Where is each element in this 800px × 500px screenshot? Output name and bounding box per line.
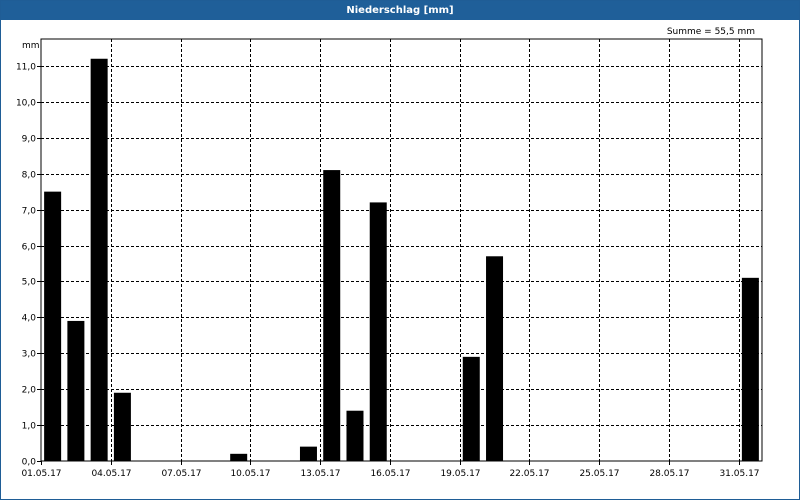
- y-tick-label: 7,0: [22, 207, 37, 217]
- bar: [323, 170, 341, 461]
- bar: [369, 202, 387, 461]
- x-tick-label: 04.05.17: [91, 469, 131, 479]
- precipitation-chart: 0,0 1,0 2,0 3,0 4,0 5,0 6,0 7,0 8,0 9,0 10,0 11,0 0…: [16, 27, 763, 479]
- grid-lines: [41, 39, 762, 461]
- bar: [346, 410, 364, 461]
- bar: [90, 58, 108, 461]
- bar: [230, 453, 248, 461]
- y-tick-label: 10,0: [16, 99, 36, 109]
- y-tick-label: 5,0: [22, 278, 37, 288]
- y-axis-label: mm: [22, 41, 40, 51]
- y-tick-label: 1,0: [22, 422, 37, 432]
- bar: [486, 256, 504, 461]
- bar: [67, 320, 85, 461]
- x-tick-label: 07.05.17: [161, 469, 201, 479]
- y-tick-label: 0,0: [22, 458, 37, 468]
- x-tick-label: 13.05.17: [300, 469, 340, 479]
- x-tick-label: 25.05.17: [579, 469, 619, 479]
- x-tick-label: 31.05.17: [719, 469, 759, 479]
- x-axis: 01.05.17 04.05.17 07.05.17 10.05.17 13.05.17…: [21, 461, 760, 479]
- bar: [741, 277, 759, 461]
- x-tick-label: 16.05.17: [370, 469, 410, 479]
- y-tick-label: 8,0: [22, 171, 37, 181]
- bar: [44, 191, 62, 461]
- bar: [299, 446, 317, 461]
- bar: [113, 392, 131, 461]
- bar: [462, 356, 480, 461]
- y-axis: 0,0 1,0 2,0 3,0 4,0 5,0 6,0 7,0 8,0 9,0 10,0 11,0: [16, 63, 41, 468]
- x-tick-label: 19.05.17: [440, 469, 480, 479]
- x-tick-label: 10.05.17: [230, 469, 270, 479]
- y-tick-label: 9,0: [22, 135, 37, 145]
- bars: [44, 58, 759, 461]
- y-tick-label: 3,0: [22, 350, 37, 360]
- sum-annotation: Summe = 55,5 mm: [667, 27, 755, 37]
- y-tick-label: 11,0: [16, 63, 36, 73]
- y-tick-label: 6,0: [22, 243, 37, 253]
- y-tick-label: 2,0: [22, 386, 37, 396]
- x-tick-label: 22.05.17: [509, 469, 549, 479]
- x-tick-label: 01.05.17: [21, 469, 61, 479]
- x-tick-label: 28.05.17: [649, 469, 689, 479]
- y-tick-label: 4,0: [22, 314, 37, 324]
